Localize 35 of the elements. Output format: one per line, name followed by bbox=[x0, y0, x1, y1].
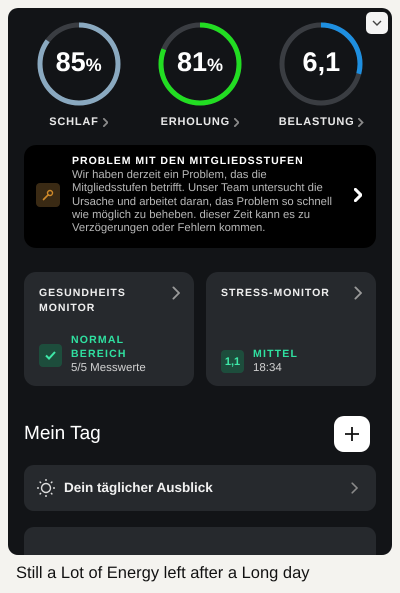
chevron-icon bbox=[358, 118, 364, 126]
ring-value: 81% bbox=[176, 47, 224, 78]
chevron-icon bbox=[234, 118, 240, 126]
outlook-row[interactable]: Dein täglicher Ausblick bbox=[24, 464, 376, 511]
caption: Still a Lot of Energy left after a Long day bbox=[15, 563, 311, 583]
plus-icon bbox=[344, 426, 360, 442]
ring-value: 6,1 bbox=[302, 47, 342, 78]
check-icon bbox=[39, 344, 62, 367]
chevron-icon bbox=[354, 188, 362, 202]
chevron-icon bbox=[172, 286, 180, 300]
chevron-down-icon bbox=[372, 20, 382, 26]
alert-card[interactable] bbox=[24, 145, 376, 248]
monitor-detail: 18:34 bbox=[253, 360, 283, 376]
monitor-card[interactable]: STRESS-MONITOR 1,1 MITTEL 18:34 bbox=[206, 272, 376, 386]
monitor-title: GESUNDHEITS MONITOR bbox=[39, 286, 127, 316]
metric-link[interactable]: BELASTUNG bbox=[278, 116, 364, 128]
monitor-status: NORMAL BEREICH bbox=[71, 334, 128, 361]
metric-link[interactable]: ERHOLUNG bbox=[160, 116, 240, 128]
score-badge: 1,1 bbox=[221, 350, 244, 374]
chevron-icon bbox=[354, 286, 362, 300]
chevron-icon bbox=[102, 118, 108, 126]
monitor-detail: 5/5 Messwerte bbox=[71, 360, 146, 376]
sun-icon bbox=[36, 478, 56, 498]
monitor-title: STRESS-MONITOR bbox=[221, 286, 331, 301]
monitor-status: MITTEL bbox=[253, 348, 300, 361]
add-button[interactable] bbox=[334, 416, 370, 452]
chevron-icon bbox=[350, 482, 358, 494]
section-title: Mein Tag bbox=[24, 422, 101, 445]
ring-value: 85% bbox=[54, 47, 103, 78]
alert-title: PROBLEM MIT DEN MITGLIEDSSTUFEN bbox=[72, 155, 305, 167]
monitor-card[interactable]: GESUNDHEITS MONITOR NORMAL BEREICH 5/5 Messwerte bbox=[24, 272, 194, 386]
metric-link[interactable]: SCHLAF bbox=[49, 116, 108, 128]
collapse-button[interactable] bbox=[366, 12, 388, 34]
alert-text: Wir haben derzeit ein Problem, das die Mitgliedsstufen betrifft. Unser Team untersucht die Ursache und arbeitet daran, das Problem so schnell wie möglich zu beheben. dieser Zeit kann es zu Verzögerungen oder Fehlern kommen. bbox=[72, 169, 333, 236]
wrench-icon bbox=[36, 183, 60, 208]
